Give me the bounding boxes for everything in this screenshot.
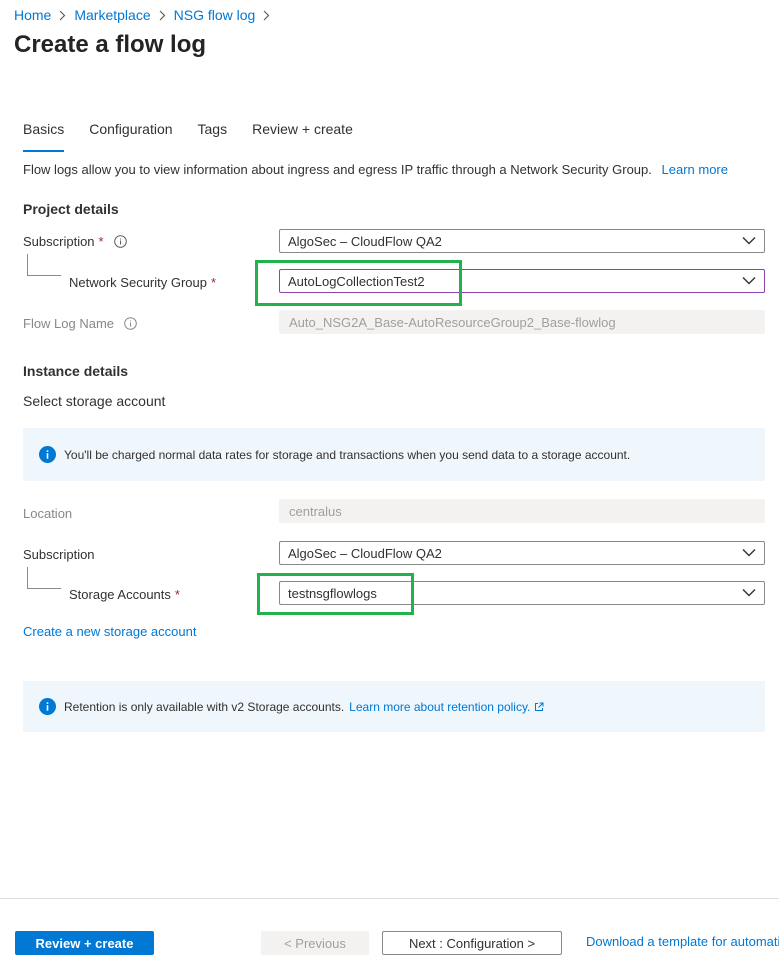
intro-description: Flow logs allow you to view information … [23,162,652,177]
external-link-icon[interactable] [534,702,544,712]
required-asterisk: * [98,233,104,249]
retention-notice-text: Retention is only available with v2 Stor… [64,699,345,714]
intro-text: Flow logs allow you to view information … [23,162,728,177]
breadcrumb: Home Marketplace NSG flow log [14,6,278,24]
info-filled-icon [39,698,56,715]
info-icon[interactable] [113,234,127,248]
footer-divider [0,898,779,899]
flow-log-name-label: Flow Log Name [23,315,137,331]
chevron-right-icon [263,10,270,21]
review-create-button[interactable]: Review + create [15,931,154,955]
page-title: Create a flow log [14,31,207,58]
location-label: Location [23,505,73,521]
nsg-label: Network Security Group * [69,274,216,290]
flow-log-name-value: Auto_NSG2A_Base-AutoResourceGroup2_Base-… [289,314,616,330]
instance-details-heading: Instance details [23,363,129,379]
select-storage-heading: Select storage account [23,393,166,409]
subscription-label-text: Subscription [23,233,95,249]
tab-tags[interactable]: Tags [198,121,228,147]
location-field: centralus [279,499,765,523]
flow-log-name-field: Auto_NSG2A_Base-AutoResourceGroup2_Base-… [279,310,765,334]
retention-notice-banner: Retention is only available with v2 Stor… [23,681,765,732]
retention-policy-link[interactable]: Learn more about retention policy. [349,700,530,714]
chevron-right-icon [159,10,166,21]
tab-basics[interactable]: Basics [23,121,65,152]
charge-notice-text: You'll be charged normal data rates for … [64,447,631,462]
chevron-right-icon [59,10,66,21]
learn-more-link[interactable]: Learn more [662,162,728,177]
highlight-box-storage [257,573,414,615]
tab-configuration[interactable]: Configuration [89,121,172,147]
tree-connector [27,567,61,589]
storage-subscription-value: AlgoSec – CloudFlow QA2 [288,545,442,561]
storage-accounts-label-text: Storage Accounts [69,586,171,602]
location-value: centralus [289,503,342,519]
chevron-down-icon [742,236,756,245]
tree-connector [27,254,61,276]
storage-subscription-label: Subscription [23,546,95,562]
subscription-label: Subscription * [23,233,127,249]
charge-notice-banner: You'll be charged normal data rates for … [23,428,765,481]
previous-button[interactable]: < Previous [261,931,369,955]
next-configuration-button[interactable]: Next : Configuration > [382,931,562,955]
required-asterisk: * [211,274,217,290]
breadcrumb-nsg-flow-log[interactable]: NSG flow log [174,7,256,23]
highlight-box-nsg [255,260,462,306]
required-asterisk: * [174,586,180,602]
tab-review-create[interactable]: Review + create [252,121,353,147]
chevron-down-icon [742,548,756,557]
subscription-dropdown-value: AlgoSec – CloudFlow QA2 [288,233,442,249]
storage-accounts-label: Storage Accounts * [69,586,180,602]
flow-log-name-label-text: Flow Log Name [23,315,115,331]
project-details-heading: Project details [23,201,119,217]
storage-subscription-dropdown[interactable]: AlgoSec – CloudFlow QA2 [279,541,765,565]
download-template-link[interactable]: Download a template for automation [586,934,779,949]
create-storage-account-link[interactable]: Create a new storage account [23,624,196,639]
nsg-label-text: Network Security Group [69,274,207,290]
tab-bar: Basics Configuration Tags Review + creat… [23,121,378,152]
chevron-down-icon [742,276,756,285]
breadcrumb-home[interactable]: Home [14,7,51,23]
info-filled-icon [39,446,56,463]
subscription-dropdown[interactable]: AlgoSec – CloudFlow QA2 [279,229,765,253]
breadcrumb-marketplace[interactable]: Marketplace [74,7,150,23]
chevron-down-icon [742,588,756,597]
info-icon[interactable] [124,316,137,330]
